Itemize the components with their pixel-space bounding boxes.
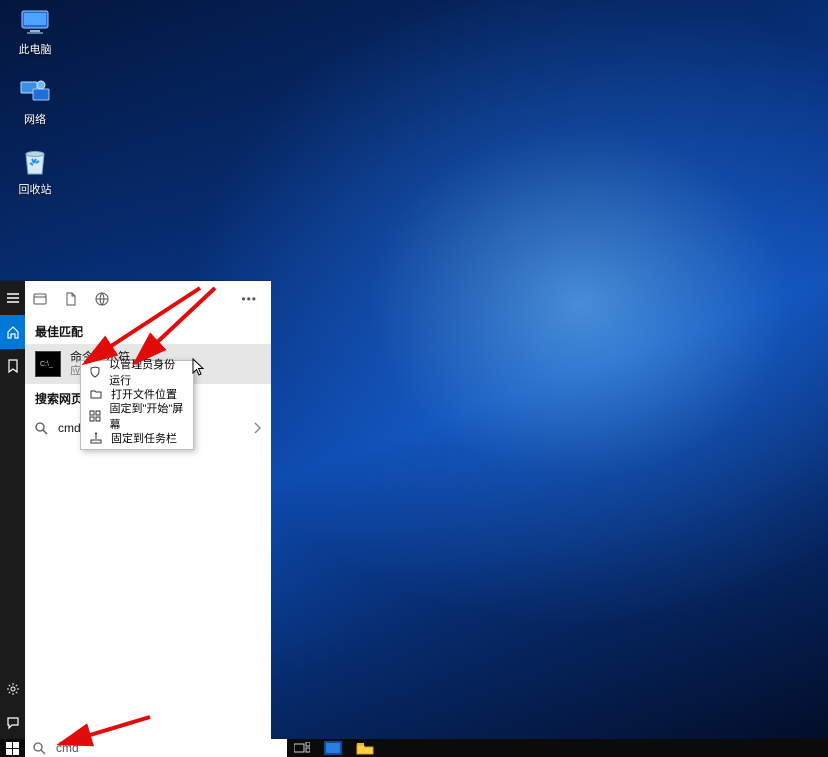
sidebar-home-button[interactable] xyxy=(0,315,25,349)
filter-documents-icon[interactable] xyxy=(65,292,77,306)
sidebar-feedback-button[interactable] xyxy=(0,706,25,740)
shield-icon xyxy=(89,365,101,379)
svg-text:C:\_: C:\_ xyxy=(40,361,53,368)
desktop-icon-network[interactable]: 网络 xyxy=(0,76,70,127)
pc-icon xyxy=(19,6,51,38)
taskbar-pinned-app-1[interactable] xyxy=(317,739,349,757)
context-menu: 以管理员身份运行 打开文件位置 固定到"开始"屏幕 固定到任务栏 xyxy=(80,360,194,450)
pin-taskbar-icon xyxy=(89,431,103,445)
recycle-bin-icon xyxy=(19,146,51,178)
search-filters: ••• xyxy=(25,281,271,317)
ctx-pin-to-taskbar[interactable]: 固定到任务栏 xyxy=(81,427,193,449)
ctx-pin-to-start[interactable]: 固定到"开始"屏幕 xyxy=(81,405,193,427)
chevron-right-icon xyxy=(253,422,261,434)
search-results-main: ••• 最佳匹配 C:\_ 命令提示符 应用 搜索网页 cmd xyxy=(25,281,271,740)
search-icon xyxy=(33,742,46,755)
task-view-button[interactable] xyxy=(287,739,317,757)
desktop-icon-label: 此电脑 xyxy=(19,44,52,56)
taskbar-pinned-explorer[interactable] xyxy=(349,739,381,757)
taskbar xyxy=(0,739,828,757)
best-match-header: 最佳匹配 xyxy=(25,317,271,344)
ctx-label: 以管理员身份运行 xyxy=(109,356,185,388)
filter-apps-icon[interactable] xyxy=(33,292,47,306)
sidebar-menu-button[interactable] xyxy=(0,281,25,315)
filter-web-icon[interactable] xyxy=(95,292,109,306)
desktop[interactable]: 此电脑 网络 回收站 xyxy=(0,0,828,757)
desktop-icon-label: 网络 xyxy=(24,114,46,126)
cmd-icon: C:\_ xyxy=(35,351,61,377)
pin-start-icon xyxy=(89,409,101,423)
ctx-label: 固定到任务栏 xyxy=(111,430,177,446)
taskbar-search-input[interactable] xyxy=(54,740,279,756)
search-sidebar xyxy=(0,281,25,740)
folder-icon xyxy=(89,387,103,401)
sidebar-bookmark-button[interactable] xyxy=(0,349,25,383)
start-button[interactable] xyxy=(0,739,25,757)
taskbar-search-box[interactable] xyxy=(25,739,287,757)
desktop-icon-recycle-bin[interactable]: 回收站 xyxy=(0,146,70,197)
ctx-label: 固定到"开始"屏幕 xyxy=(109,400,185,432)
search-icon xyxy=(35,422,48,435)
sidebar-settings-button[interactable] xyxy=(0,672,25,706)
search-panel: ••• 最佳匹配 C:\_ 命令提示符 应用 搜索网页 cmd xyxy=(0,280,271,740)
filter-more-button[interactable]: ••• xyxy=(241,292,263,306)
desktop-icon-label: 回收站 xyxy=(19,184,52,196)
network-icon xyxy=(19,76,51,108)
desktop-icon-this-pc[interactable]: 此电脑 xyxy=(0,6,70,57)
ctx-run-as-admin[interactable]: 以管理员身份运行 xyxy=(81,361,193,383)
